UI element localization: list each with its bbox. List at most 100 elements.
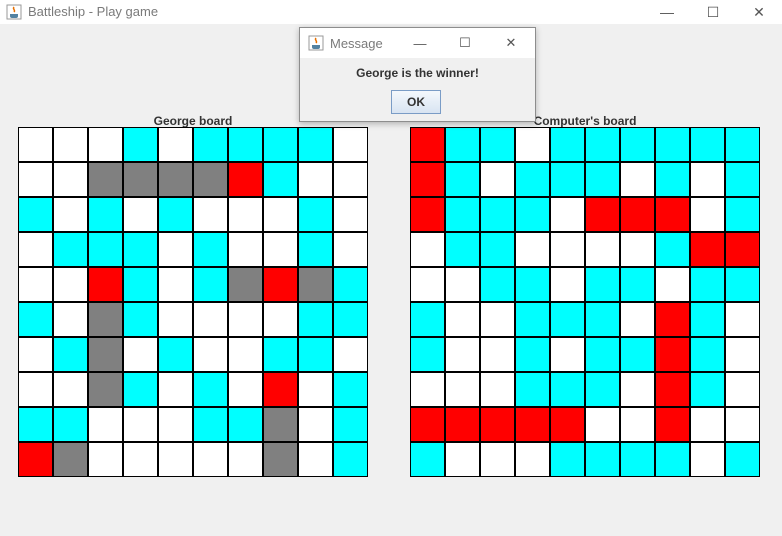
player-board-cell[interactable]	[18, 337, 53, 372]
computer-board-cell[interactable]	[585, 407, 620, 442]
computer-board-cell[interactable]	[725, 302, 760, 337]
player-board-cell[interactable]	[298, 337, 333, 372]
computer-board-cell[interactable]	[620, 372, 655, 407]
player-board-cell[interactable]	[53, 407, 88, 442]
player-board-cell[interactable]	[53, 162, 88, 197]
player-board-cell[interactable]	[18, 232, 53, 267]
player-board-cell[interactable]	[158, 407, 193, 442]
player-board-cell[interactable]	[123, 337, 158, 372]
player-board-cell[interactable]	[158, 267, 193, 302]
computer-board-cell[interactable]	[480, 442, 515, 477]
computer-board-cell[interactable]	[725, 407, 760, 442]
computer-board-cell[interactable]	[550, 127, 585, 162]
computer-board-cell[interactable]	[655, 337, 690, 372]
computer-board-cell[interactable]	[445, 407, 480, 442]
computer-board-cell[interactable]	[550, 162, 585, 197]
computer-board-cell[interactable]	[515, 302, 550, 337]
player-board-cell[interactable]	[333, 197, 368, 232]
computer-board-cell[interactable]	[620, 267, 655, 302]
player-board-cell[interactable]	[228, 302, 263, 337]
player-board-cell[interactable]	[193, 162, 228, 197]
computer-board-cell[interactable]	[620, 127, 655, 162]
player-board-cell[interactable]	[18, 197, 53, 232]
player-board-cell[interactable]	[123, 442, 158, 477]
player-board-cell[interactable]	[228, 197, 263, 232]
computer-board-cell[interactable]	[515, 407, 550, 442]
computer-board-cell[interactable]	[655, 127, 690, 162]
computer-board-cell[interactable]	[725, 197, 760, 232]
player-board-cell[interactable]	[18, 407, 53, 442]
player-board-cell[interactable]	[263, 372, 298, 407]
computer-board-cell[interactable]	[515, 162, 550, 197]
computer-board-cell[interactable]	[690, 337, 725, 372]
computer-board-cell[interactable]	[550, 232, 585, 267]
player-board-cell[interactable]	[53, 337, 88, 372]
player-board-cell[interactable]	[123, 372, 158, 407]
computer-board-cell[interactable]	[550, 337, 585, 372]
computer-board-cell[interactable]	[620, 197, 655, 232]
computer-board-cell[interactable]	[515, 127, 550, 162]
computer-board-cell[interactable]	[725, 162, 760, 197]
computer-board-cell[interactable]	[410, 302, 445, 337]
player-board-cell[interactable]	[18, 442, 53, 477]
player-board-cell[interactable]	[333, 232, 368, 267]
computer-board-cell[interactable]	[410, 407, 445, 442]
computer-board-cell[interactable]	[585, 337, 620, 372]
player-board-cell[interactable]	[158, 442, 193, 477]
computer-board-cell[interactable]	[655, 407, 690, 442]
player-board-cell[interactable]	[53, 372, 88, 407]
dialog-minimize-button[interactable]: —	[405, 32, 435, 54]
computer-board-cell[interactable]	[515, 337, 550, 372]
player-board-cell[interactable]	[18, 302, 53, 337]
player-board-cell[interactable]	[333, 302, 368, 337]
player-board-cell[interactable]	[123, 407, 158, 442]
player-board-cell[interactable]	[18, 127, 53, 162]
player-board-cell[interactable]	[88, 232, 123, 267]
player-board-cell[interactable]	[193, 197, 228, 232]
computer-board-cell[interactable]	[585, 162, 620, 197]
player-board-cell[interactable]	[263, 337, 298, 372]
player-board-cell[interactable]	[298, 127, 333, 162]
computer-board-cell[interactable]	[445, 372, 480, 407]
player-board-cell[interactable]	[53, 302, 88, 337]
player-board-cell[interactable]	[298, 267, 333, 302]
player-board-cell[interactable]	[193, 372, 228, 407]
computer-board-cell[interactable]	[620, 337, 655, 372]
ok-button[interactable]: OK	[391, 90, 441, 114]
computer-board-cell[interactable]	[620, 407, 655, 442]
player-board-cell[interactable]	[88, 442, 123, 477]
computer-board-cell[interactable]	[725, 442, 760, 477]
player-board-cell[interactable]	[193, 337, 228, 372]
player-board-cell[interactable]	[88, 337, 123, 372]
player-board-cell[interactable]	[123, 197, 158, 232]
player-board-cell[interactable]	[158, 372, 193, 407]
computer-board-cell[interactable]	[585, 127, 620, 162]
computer-board-cell[interactable]	[690, 232, 725, 267]
computer-board-cell[interactable]	[690, 442, 725, 477]
computer-board-cell[interactable]	[655, 267, 690, 302]
computer-board-cell[interactable]	[690, 372, 725, 407]
computer-board-cell[interactable]	[410, 162, 445, 197]
computer-board-cell[interactable]	[445, 232, 480, 267]
player-board-cell[interactable]	[18, 372, 53, 407]
player-board-cell[interactable]	[333, 162, 368, 197]
player-board-cell[interactable]	[18, 267, 53, 302]
computer-board-cell[interactable]	[550, 197, 585, 232]
computer-board-cell[interactable]	[445, 197, 480, 232]
player-board-cell[interactable]	[88, 407, 123, 442]
computer-board-cell[interactable]	[690, 197, 725, 232]
computer-board-cell[interactable]	[410, 127, 445, 162]
computer-board-cell[interactable]	[445, 162, 480, 197]
computer-board-cell[interactable]	[445, 442, 480, 477]
player-board-cell[interactable]	[193, 407, 228, 442]
computer-board-cell[interactable]	[445, 302, 480, 337]
computer-board-cell[interactable]	[725, 127, 760, 162]
computer-board-cell[interactable]	[515, 232, 550, 267]
close-button[interactable]: ✕	[736, 0, 782, 24]
computer-board-cell[interactable]	[620, 232, 655, 267]
player-board-cell[interactable]	[228, 232, 263, 267]
computer-board-cell[interactable]	[550, 267, 585, 302]
computer-board-cell[interactable]	[655, 162, 690, 197]
computer-board-cell[interactable]	[725, 232, 760, 267]
minimize-button[interactable]: —	[644, 0, 690, 24]
